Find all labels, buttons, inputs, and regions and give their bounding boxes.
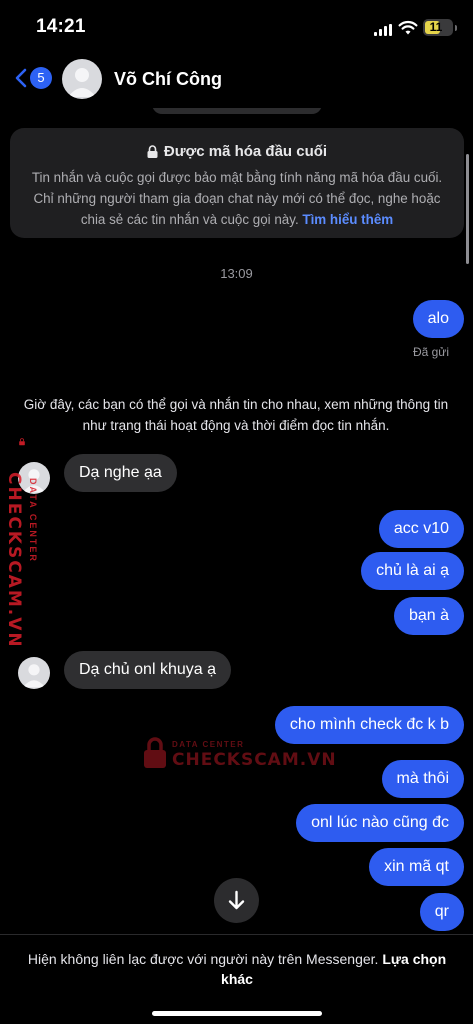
- message-list[interactable]: Được mã hóa đầu cuối Tin nhắn và cuộc gọ…: [0, 108, 473, 934]
- composer-unavailable-banner: Hiện không liên lạc được với người này t…: [0, 934, 473, 1024]
- chevron-left-icon: [15, 68, 27, 88]
- scrollbar[interactable]: [466, 154, 469, 264]
- home-indicator[interactable]: [152, 1011, 322, 1016]
- learn-more-link[interactable]: Tìm hiểu thêm: [302, 212, 393, 227]
- status-time: 14:21: [36, 16, 86, 37]
- watermark-lock-icon: [144, 737, 166, 768]
- watermark-sub: DATA CENTER: [172, 740, 245, 749]
- watermark-brand: CHECKSCAM.VN: [4, 472, 24, 649]
- outgoing-message[interactable]: onl lúc nào cũng đc: [296, 804, 464, 842]
- encryption-title: Được mã hóa đầu cuối: [163, 142, 328, 160]
- arrow-down-icon: [228, 890, 245, 910]
- unread-count-badge: 5: [30, 67, 52, 89]
- status-bar: 14:21 11: [0, 0, 473, 52]
- back-button[interactable]: 5: [10, 64, 54, 94]
- wifi-icon: [398, 20, 418, 35]
- default-avatar-icon: [22, 664, 46, 688]
- previous-message-peek: [152, 108, 322, 114]
- watermark-sub: DATA CENTER: [28, 478, 38, 563]
- conversation-header: 5 Võ Chí Công: [0, 52, 473, 108]
- encryption-notice: Được mã hóa đầu cuối Tin nhắn và cuộc gọ…: [10, 128, 464, 238]
- lock-icon: [147, 144, 158, 158]
- watermark-brand: CHECKSCAM.VN: [172, 750, 337, 770]
- outgoing-message[interactable]: mà thôi: [381, 760, 464, 798]
- outgoing-message[interactable]: bạn à: [393, 597, 464, 635]
- unavailable-message: Hiện không liên lạc được với người này t…: [27, 951, 379, 967]
- scroll-to-bottom-button[interactable]: [214, 878, 259, 923]
- outgoing-message[interactable]: chủ là ai ạ: [361, 552, 464, 590]
- contact-name[interactable]: Võ Chí Công: [114, 69, 222, 90]
- cellular-signal-icon: [374, 24, 392, 36]
- incoming-message[interactable]: Dạ nghe ạa: [64, 454, 177, 492]
- incoming-message[interactable]: Dạ chủ onl khuya ạ: [64, 651, 231, 689]
- outgoing-message[interactable]: acc v10: [378, 510, 464, 548]
- outgoing-message[interactable]: alo: [412, 300, 464, 338]
- watermark-center: DATA CENTER CHECKSCAM.VN: [142, 734, 336, 774]
- battery-level: 11: [429, 20, 443, 34]
- system-message: Giờ đây, các bạn có thể gọi và nhắn tin …: [23, 397, 449, 433]
- outgoing-message[interactable]: cho mình check đc k b: [274, 706, 464, 744]
- battery-icon: 11: [423, 19, 457, 36]
- message-timestamp: 13:09: [220, 266, 253, 281]
- outgoing-message[interactable]: xin mã qt: [369, 848, 464, 886]
- default-avatar-icon: [68, 68, 96, 97]
- delivery-status: Đã gửi: [412, 345, 449, 359]
- sender-avatar[interactable]: [18, 657, 50, 689]
- outgoing-message[interactable]: qr: [419, 893, 464, 931]
- contact-avatar[interactable]: [62, 59, 102, 99]
